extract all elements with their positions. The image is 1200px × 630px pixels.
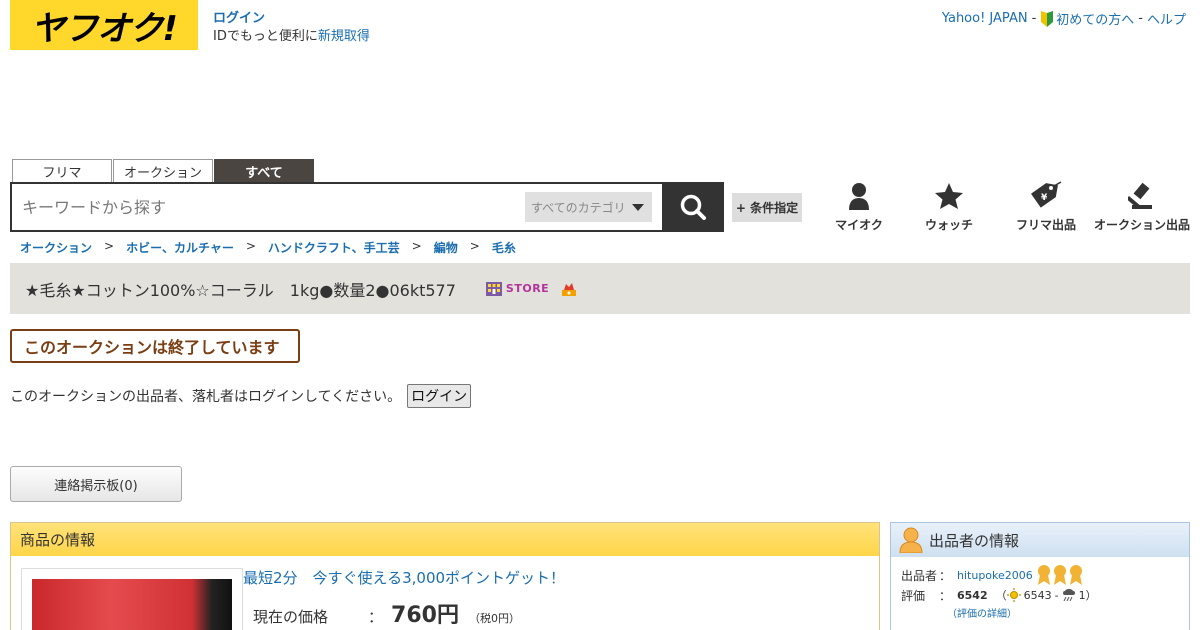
category-select-label: すべてのカテゴリ: [531, 200, 626, 215]
register-link[interactable]: 新規取得: [318, 29, 370, 44]
svg-text:¥: ¥: [1041, 193, 1048, 203]
beginner-link-label: 初めての方へ: [1056, 13, 1135, 28]
breadcrumb-item[interactable]: 毛糸: [492, 239, 516, 256]
rating-colon: ：: [939, 588, 952, 603]
beginner-mark-icon: [1041, 11, 1054, 27]
rating-dash: -: [1054, 588, 1059, 602]
price-row: 現在の価格 ： 760円 （税0円）: [253, 597, 520, 629]
contact-board-button[interactable]: 連絡掲示板(0): [10, 466, 182, 502]
breadcrumb-separator: >: [411, 239, 422, 253]
rating-row: 評価 ： 6542 （ 6543 - 1 ）: [901, 585, 1179, 605]
rating-open-paren: （: [995, 589, 1007, 602]
price-label: 現在の価格: [253, 608, 329, 626]
item-title-bar: ★毛糸★コットン100%☆コーラル 1kg●数量2●06kt577 STORE: [10, 263, 1190, 314]
seller-info-panel: 出品者の情報 出品者 ： hitupoke2006 評価 ： 6542 （ 65…: [890, 522, 1190, 630]
yahuoku-logo[interactable]: ヤフオク!: [10, 0, 198, 50]
tab-furima[interactable]: フリマ: [12, 159, 112, 183]
login-note-text: このオークションの出品者、落札者はログインしてください。: [10, 389, 402, 405]
seller-person-icon: [899, 527, 923, 553]
promo-link[interactable]: 最短2分 今すぐ使える3,000ポイントゲット！: [243, 567, 565, 588]
star-icon: [935, 183, 963, 209]
search-scope-tabs: フリマ オークション すべて: [12, 159, 315, 183]
seller-details: 出品者 ： hitupoke2006 評価 ： 6542 （ 6543 - 1 …: [891, 557, 1189, 628]
login-button[interactable]: ログイン: [407, 384, 472, 408]
item-photo: [32, 579, 232, 630]
breadcrumb-item[interactable]: ハンドクラフト、手工芸: [268, 239, 400, 256]
breadcrumb-separator: >: [104, 239, 115, 253]
item-info-header: 商品の情報: [11, 523, 879, 556]
seller-info-title: 出品者の情報: [929, 531, 1020, 550]
good-rating-count: 6543: [1023, 588, 1052, 602]
breadcrumb-item[interactable]: 編物: [434, 239, 458, 256]
help-link[interactable]: ヘルプ: [1147, 9, 1186, 28]
seller-info-header: 出品者の情報: [891, 523, 1189, 557]
seller-row: 出品者 ： hitupoke2006: [901, 565, 1179, 585]
person-icon: [849, 183, 869, 210]
rating-detail-link[interactable]: （評価の詳細）: [947, 609, 1017, 620]
seller-label: 出品者: [901, 568, 938, 583]
link-separator: -: [1138, 11, 1143, 26]
beginner-link[interactable]: 初めての方へ: [1040, 9, 1134, 28]
nav-auction-listing[interactable]: オークション出品: [1094, 180, 1190, 233]
triangle-down-icon: [632, 204, 644, 211]
link-separator: -: [1031, 11, 1037, 26]
tab-all[interactable]: すべて: [214, 159, 314, 183]
tax-amount: （税0円）: [468, 612, 520, 625]
nav-myauction[interactable]: マイオク: [818, 180, 900, 233]
condition-button[interactable]: + 条件指定: [732, 193, 802, 222]
breadcrumb-separator: >: [469, 239, 480, 253]
breadcrumb-item[interactable]: ホビー、カルチャー: [126, 239, 234, 256]
login-link[interactable]: ログイン: [213, 11, 265, 26]
sun-icon: [1006, 588, 1021, 602]
rating-label: 評価: [901, 588, 926, 603]
yahoo-japan-link[interactable]: Yahoo! JAPAN: [942, 11, 1028, 26]
seller-colon: ：: [939, 568, 952, 583]
tab-auction[interactable]: オークション: [113, 159, 213, 183]
item-thumbnail[interactable]: [21, 568, 243, 630]
gavel-icon: [1128, 182, 1152, 209]
nav-auction-listing-label: オークション出品: [1094, 218, 1191, 232]
price-colon: ：: [368, 608, 384, 626]
login-box: ログイン IDでもっと便利に新規取得: [213, 10, 370, 46]
rain-cloud-icon: [1062, 589, 1075, 601]
breadcrumb: オークション > ホビー、カルチャー > ハンドクラフト、手工芸 > 編物 > …: [20, 239, 516, 256]
store-building-icon: [485, 281, 502, 296]
category-select[interactable]: すべてのカテゴリ: [525, 192, 652, 222]
top-right-links: Yahoo! JAPAN - 初めての方へ - ヘルプ: [942, 9, 1186, 28]
seller-name-link[interactable]: hitupoke2006: [957, 569, 1033, 582]
login-prefix-text: IDでもっと便利に: [213, 29, 318, 44]
search-input[interactable]: [22, 192, 512, 222]
nav-furima-listing-label: フリマ出品: [1015, 218, 1076, 232]
seller-rank-icon: [1037, 565, 1082, 585]
rating-close-paren: ）: [1085, 589, 1097, 602]
item-info-panel: 商品の情報 最短2分 今すぐ使える3,000ポイントゲット！ 現在の価格 ： 7…: [10, 522, 880, 630]
auction-ended-banner: このオークションは終了しています: [10, 329, 300, 363]
nav-watch[interactable]: ウォッチ: [900, 180, 998, 233]
nav-furima-listing[interactable]: ¥ フリマ出品: [998, 180, 1094, 233]
item-title: ★毛糸★コットン100%☆コーラル 1kg●数量2●06kt577: [25, 280, 456, 300]
breadcrumb-item[interactable]: オークション: [20, 239, 92, 256]
price-tag-icon: ¥: [1031, 181, 1062, 208]
login-note: このオークションの出品者、落札者はログインしてください。 ログイン: [10, 384, 472, 408]
search-icon: [680, 194, 706, 220]
header-nav: マイオク ウォッチ ¥ フリマ出品 オークション出品: [818, 180, 1190, 233]
logo-text: ヤフオク!: [31, 8, 178, 49]
current-price: 760円: [391, 603, 459, 628]
search-box: すべてのカテゴリ: [10, 182, 664, 232]
nav-watch-label: ウォッチ: [924, 218, 973, 232]
new-item-icon: [562, 282, 577, 296]
store-badge[interactable]: STORE: [485, 281, 550, 296]
store-label: STORE: [505, 282, 550, 295]
bad-rating-count: 1: [1078, 588, 1086, 602]
rating-total: 6542: [957, 588, 988, 602]
search-button[interactable]: [662, 182, 724, 232]
nav-myauction-label: マイオク: [835, 218, 883, 232]
breadcrumb-separator: >: [245, 239, 256, 253]
